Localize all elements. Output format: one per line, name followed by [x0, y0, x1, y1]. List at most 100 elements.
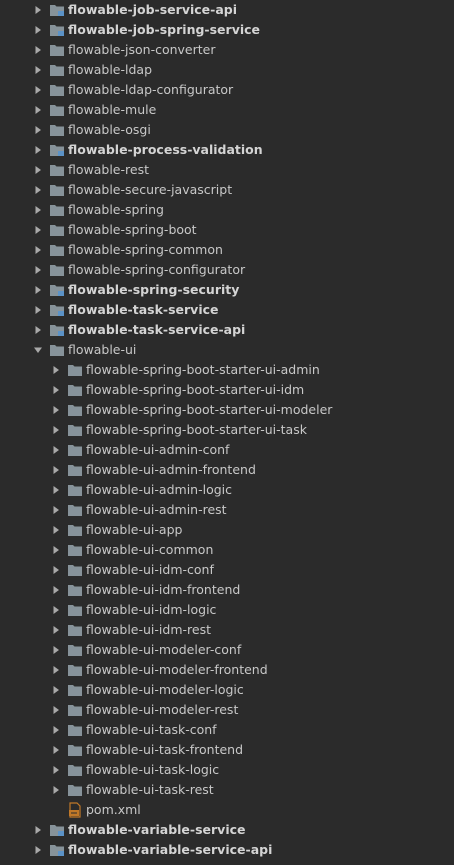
tree-folder-item[interactable]: flowable-ui-task-frontend — [0, 740, 454, 760]
tree-folder-item[interactable]: flowable-ui-common — [0, 540, 454, 560]
expand-arrow-icon[interactable] — [49, 440, 63, 460]
expand-arrow-icon[interactable] — [31, 40, 45, 60]
tree-folder-item[interactable]: flowable-ui-idm-rest — [0, 620, 454, 640]
tree-folder-item[interactable]: flowable-ui-admin-conf — [0, 440, 454, 460]
expand-arrow-icon[interactable] — [31, 820, 45, 840]
folder-icon — [67, 480, 83, 500]
tree-folder-item[interactable]: flowable-ldap-configurator — [0, 80, 454, 100]
expand-arrow-icon[interactable] — [49, 360, 63, 380]
expand-arrow-icon[interactable] — [31, 100, 45, 120]
expand-arrow-icon[interactable] — [49, 780, 63, 800]
expand-arrow-icon[interactable] — [31, 120, 45, 140]
expand-arrow-icon[interactable] — [31, 220, 45, 240]
tree-folder-item[interactable]: flowable-spring-boot-starter-ui-task — [0, 420, 454, 440]
expand-arrow-icon[interactable] — [49, 580, 63, 600]
tree-folder-item[interactable]: flowable-spring-security — [0, 280, 454, 300]
expand-arrow-icon[interactable] — [49, 540, 63, 560]
expand-arrow-icon[interactable] — [31, 80, 45, 100]
tree-folder-item[interactable]: flowable-mule — [0, 100, 454, 120]
expand-arrow-icon[interactable] — [49, 740, 63, 760]
expand-arrow-icon[interactable] — [49, 720, 63, 740]
tree-folder-item[interactable]: flowable-variable-service — [0, 820, 454, 840]
tree-folder-item[interactable]: flowable-ui-admin-rest — [0, 500, 454, 520]
tree-folder-item[interactable]: flowable-job-service-api — [0, 0, 454, 20]
tree-folder-item[interactable]: flowable-spring-boot-starter-ui-admin — [0, 360, 454, 380]
tree-folder-item[interactable]: flowable-ui-modeler-conf — [0, 640, 454, 660]
tree-folder-item[interactable]: flowable-spring — [0, 200, 454, 220]
expand-arrow-icon[interactable] — [31, 300, 45, 320]
expand-arrow-icon[interactable] — [49, 620, 63, 640]
expand-arrow-icon[interactable] — [31, 200, 45, 220]
expand-arrow-icon[interactable] — [49, 640, 63, 660]
folder-icon — [67, 520, 83, 540]
tree-folder-item[interactable]: flowable-ui-task-rest — [0, 780, 454, 800]
expand-arrow-icon[interactable] — [31, 160, 45, 180]
tree-folder-item[interactable]: flowable-spring-boot — [0, 220, 454, 240]
folder-icon — [67, 400, 83, 420]
expand-arrow-icon[interactable] — [49, 680, 63, 700]
expand-arrow-icon[interactable] — [49, 500, 63, 520]
tree-folder-item[interactable]: flowable-osgi — [0, 120, 454, 140]
tree-folder-item[interactable]: flowable-ui-idm-frontend — [0, 580, 454, 600]
collapse-arrow-icon[interactable] — [31, 340, 45, 360]
tree-folder-item[interactable]: flowable-rest — [0, 160, 454, 180]
tree-folder-item[interactable]: flowable-secure-javascript — [0, 180, 454, 200]
tree-folder-item[interactable]: flowable-ui-modeler-frontend — [0, 660, 454, 680]
expand-arrow-icon[interactable] — [31, 0, 45, 20]
expand-arrow-icon[interactable] — [49, 660, 63, 680]
tree-folder-item[interactable]: flowable-spring-boot-starter-ui-modeler — [0, 400, 454, 420]
tree-folder-item[interactable]: flowable-ui — [0, 340, 454, 360]
tree-folder-item[interactable]: flowable-task-service — [0, 300, 454, 320]
expand-arrow-icon[interactable] — [49, 520, 63, 540]
tree-folder-item[interactable]: flowable-json-converter — [0, 40, 454, 60]
folder-icon — [67, 720, 83, 740]
tree-folder-item[interactable]: flowable-spring-boot-starter-ui-idm — [0, 380, 454, 400]
expand-arrow-icon[interactable] — [31, 140, 45, 160]
expand-arrow-icon[interactable] — [31, 280, 45, 300]
tree-folder-item[interactable]: flowable-process-validation — [0, 140, 454, 160]
tree-folder-item[interactable]: flowable-ui-idm-logic — [0, 600, 454, 620]
module-folder-icon — [49, 20, 65, 40]
expand-arrow-icon[interactable] — [49, 600, 63, 620]
tree-folder-item[interactable]: flowable-task-service-api — [0, 320, 454, 340]
tree-folder-item[interactable]: flowable-ldap — [0, 60, 454, 80]
expand-arrow-icon[interactable] — [49, 560, 63, 580]
tree-folder-item[interactable]: flowable-ui-admin-logic — [0, 480, 454, 500]
expand-arrow-icon[interactable] — [31, 240, 45, 260]
folder-icon — [49, 240, 65, 260]
tree-folder-item[interactable]: flowable-job-spring-service — [0, 20, 454, 40]
expand-arrow-icon[interactable] — [31, 20, 45, 40]
tree-folder-item[interactable]: flowable-ui-idm-conf — [0, 560, 454, 580]
expand-arrow-icon[interactable] — [31, 320, 45, 340]
tree-folder-item[interactable]: flowable-variable-service-api — [0, 840, 454, 860]
expand-arrow-icon[interactable] — [49, 480, 63, 500]
expand-arrow-icon[interactable] — [49, 700, 63, 720]
tree-folder-item[interactable]: flowable-ui-app — [0, 520, 454, 540]
tree-folder-item[interactable]: flowable-ui-admin-frontend — [0, 460, 454, 480]
tree-folder-item[interactable]: flowable-ui-task-conf — [0, 720, 454, 740]
expand-arrow-icon[interactable] — [49, 400, 63, 420]
expand-arrow-icon[interactable] — [31, 840, 45, 860]
folder-icon — [67, 640, 83, 660]
expand-arrow-icon[interactable] — [31, 60, 45, 80]
tree-file-item[interactable]: pom.xml — [0, 800, 454, 820]
tree-item-label: flowable-job-service-api — [68, 2, 238, 17]
expand-arrow-icon[interactable] — [31, 180, 45, 200]
project-tree[interactable]: flowable-job-service-api flowable-job-spr… — [0, 0, 454, 865]
expand-arrow-icon[interactable] — [49, 420, 63, 440]
tree-folder-item[interactable]: flowable-ui-modeler-rest — [0, 700, 454, 720]
tree-folder-item[interactable]: flowable-spring-configurator — [0, 260, 454, 280]
tree-folder-item[interactable]: flowable-spring-common — [0, 240, 454, 260]
tree-folder-item[interactable]: flowable-ui-modeler-logic — [0, 680, 454, 700]
expand-arrow-icon[interactable] — [49, 460, 63, 480]
tree-folder-item[interactable]: flowable-ui-task-logic — [0, 760, 454, 780]
expand-arrow-icon[interactable] — [49, 380, 63, 400]
expand-arrow-icon[interactable] — [49, 760, 63, 780]
expand-arrow-icon[interactable] — [31, 260, 45, 280]
